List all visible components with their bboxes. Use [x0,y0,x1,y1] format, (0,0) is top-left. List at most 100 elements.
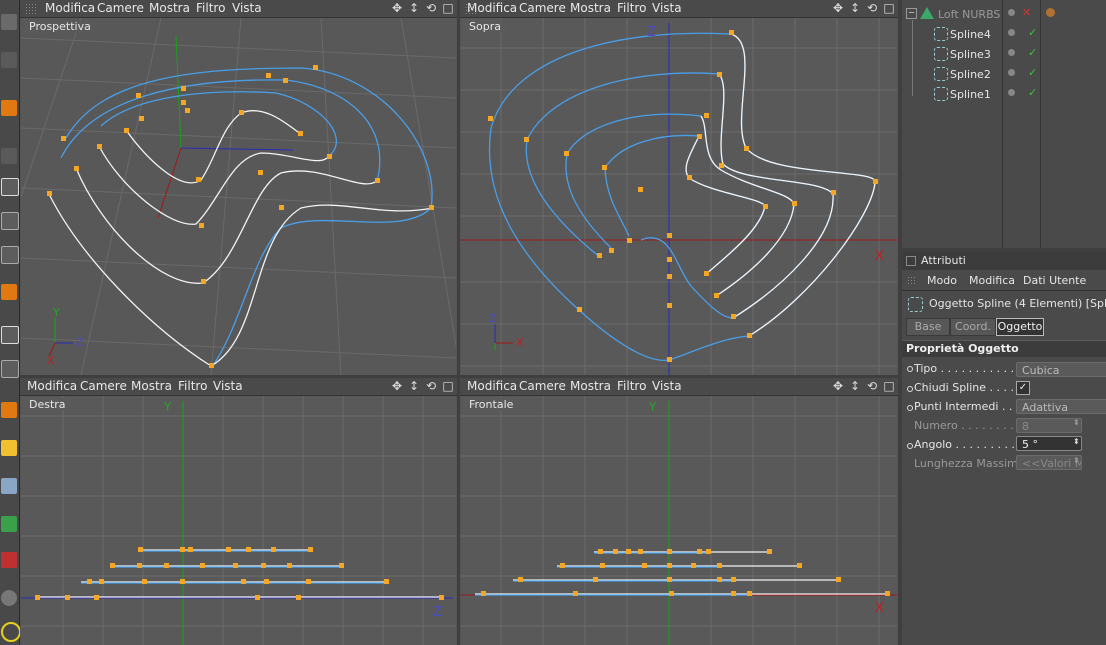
animate-dot-icon[interactable] [907,386,913,392]
grid-icon[interactable] [1,326,19,344]
layout-icon[interactable] [1,178,19,196]
menu-vista[interactable]: Vista [652,1,682,15]
viewport-top[interactable]: Modifica Camere Mostra Filtro Vista ✥ ↕ ⟲ □ [460,0,898,375]
dolly-icon[interactable]: ↕ [407,379,421,393]
menu-mostra[interactable]: Mostra [570,379,611,393]
menu-modifica[interactable]: Modifica [45,1,95,15]
menu-modo[interactable]: Modo [927,274,957,287]
stepper-arrows-icon[interactable]: ⬍ [1073,418,1080,427]
tree-item-label: Spline1 [950,88,991,101]
menu-camere[interactable]: Camere [80,379,127,393]
menu-modifica[interactable]: Modifica [467,1,517,15]
layers-tool-icon[interactable] [1,516,17,532]
menu-filtro[interactable]: Filtro [178,379,207,393]
rotate-icon[interactable]: ⟲ [865,379,879,393]
tree-item-spline4[interactable]: Spline4 ✓ [902,24,1102,44]
cube-tool-icon[interactable] [1,402,17,418]
menu-filtro[interactable]: Filtro [617,1,646,15]
panel-menu-icon[interactable] [906,256,916,266]
collapse-icon[interactable]: − [906,8,917,19]
rotate-icon[interactable]: ⟲ [424,379,438,393]
tab-oggetto[interactable]: Oggetto [996,318,1044,336]
texture-icon[interactable] [1,360,19,378]
viewport-perspective[interactable]: Modifica Camere Mostra Filtro Vista ✥ ↕ ⟲ □ [20,0,457,375]
select-tool-icon[interactable] [1,148,17,164]
animate-dot-icon[interactable] [907,443,913,449]
disabled-x-icon[interactable]: ✕ [1022,6,1031,19]
gizmo-z: Z [76,336,84,349]
layout-icon-3[interactable] [1,246,19,264]
maximize-icon[interactable]: □ [441,1,455,15]
maximize-icon[interactable]: □ [882,1,896,15]
loft-nurbs-icon [920,7,934,19]
viewport-canvas[interactable]: Y X Frontale [461,396,897,645]
viewport-right[interactable]: Modifica Camere Mostra Filtro Vista ✥ ↕ ⟲ □ [20,378,457,645]
menu-mostra[interactable]: Mostra [131,379,172,393]
visibility-dot-icon[interactable] [1008,69,1015,76]
menu-mostra[interactable]: Mostra [570,1,611,15]
tab-base[interactable]: Base [906,318,950,336]
visibility-dot-icon[interactable] [1008,49,1015,56]
pan-icon[interactable]: ✥ [831,379,845,393]
menu-vista[interactable]: Vista [232,1,262,15]
visibility-dot-icon[interactable] [1008,89,1015,96]
animate-dot-icon[interactable] [907,405,913,411]
rotate-icon[interactable]: ⟲ [424,1,438,15]
maximize-icon[interactable]: □ [441,379,455,393]
dolly-icon[interactable]: ↕ [848,1,862,15]
visibility-dot-icon[interactable] [1008,9,1015,16]
move-tool-icon[interactable] [1,14,17,30]
menu-camere[interactable]: Camere [519,379,566,393]
tab-coord[interactable]: Coord. [950,318,996,336]
menu-dati-utente[interactable]: Dati Utente [1023,274,1086,287]
right-scene: Y Z [21,396,456,645]
menu-modifica[interactable]: Modifica [27,379,77,393]
viewport-canvas[interactable]: Y Z Destra [21,396,456,645]
tree-item-spline2[interactable]: Spline2 ✓ [902,64,1102,84]
delete-tool-icon[interactable] [1,552,17,568]
menu-modifica[interactable]: Modifica [969,274,1015,287]
stepper-arrows-icon[interactable]: ⬍ [1073,456,1080,465]
layout-icon-2[interactable] [1,212,19,230]
dolly-icon[interactable]: ↕ [407,1,421,15]
material-tag-icon[interactable] [1046,8,1055,17]
viewport-front[interactable]: Modifica Camere Mostra Filtro Vista ✥ ↕ ⟲ □ [460,378,898,645]
tipo-select[interactable]: Cubica [1016,362,1106,377]
enabled-check-icon[interactable]: ✓ [1028,26,1037,39]
animate-dot-icon[interactable] [907,366,913,372]
menu-camere[interactable]: Camere [97,1,144,15]
tree-item-label: Spline2 [950,68,991,81]
pan-icon[interactable]: ✥ [390,1,404,15]
dolly-icon[interactable]: ↕ [848,379,862,393]
punti-intermedi-select[interactable]: Adattiva [1016,399,1106,414]
polygon-tool-icon[interactable] [1,284,17,300]
chiudi-spline-checkbox[interactable]: ✓ [1016,381,1030,395]
tree-item-spline3[interactable]: Spline3 ✓ [902,44,1102,64]
menu-modifica[interactable]: Modifica [467,379,517,393]
rotate-icon[interactable]: ⟲ [865,1,879,15]
paint-tool-icon[interactable] [1,440,17,456]
sculpt-tool-icon[interactable] [1,478,17,494]
visibility-dot-icon[interactable] [1008,29,1015,36]
pan-icon[interactable]: ✥ [831,1,845,15]
viewport-canvas[interactable]: Z X Z X Sopra [461,18,897,375]
menu-filtro[interactable]: Filtro [617,379,646,393]
tree-item-loft[interactable]: − Loft NURBS ✕ [902,4,1102,24]
cone-tool-icon[interactable] [1,100,17,116]
menu-vista[interactable]: Vista [652,379,682,393]
magnet-icon[interactable] [1,622,21,642]
menu-filtro[interactable]: Filtro [196,1,225,15]
enabled-check-icon[interactable]: ✓ [1028,46,1037,59]
stepper-arrows-icon[interactable]: ⬍ [1073,437,1080,446]
gear-icon[interactable] [1,590,17,606]
menu-camere[interactable]: Camere [519,1,566,15]
menu-mostra[interactable]: Mostra [149,1,190,15]
scale-tool-icon[interactable] [1,52,17,68]
menu-vista[interactable]: Vista [213,379,243,393]
enabled-check-icon[interactable]: ✓ [1028,86,1037,99]
maximize-icon[interactable]: □ [882,379,896,393]
enabled-check-icon[interactable]: ✓ [1028,66,1037,79]
pan-icon[interactable]: ✥ [390,379,404,393]
viewport-canvas[interactable]: Y Z X Prospettiva [20,17,457,375]
tree-item-spline1[interactable]: Spline1 ✓ [902,84,1102,104]
